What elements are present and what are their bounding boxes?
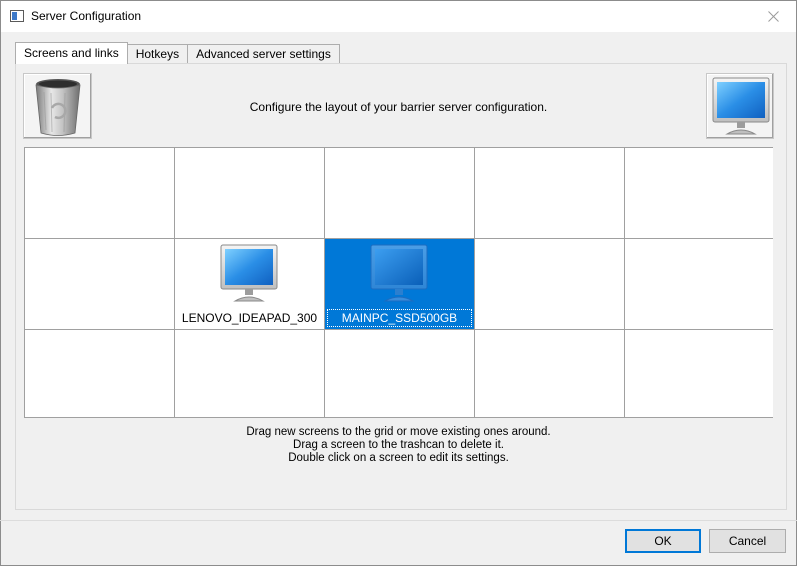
title-bar: Server Configuration xyxy=(1,1,796,32)
screen-name-label: MAINPC_SSD500GB xyxy=(327,309,472,327)
monitor-icon xyxy=(712,77,770,135)
grid-cell[interactable] xyxy=(175,148,325,239)
new-screen-button[interactable] xyxy=(706,73,774,139)
window-title: Server Configuration xyxy=(31,9,142,23)
help-line: Drag new screens to the grid or move exi… xyxy=(246,426,551,438)
grid-cell[interactable] xyxy=(25,148,175,239)
help-line: Double click on a screen to edit its set… xyxy=(288,452,509,464)
cancel-button[interactable]: Cancel xyxy=(709,529,786,553)
help-text: Drag new screens to the grid or move exi… xyxy=(0,426,797,465)
help-line: Drag a screen to the trashcan to delete … xyxy=(293,439,504,451)
grid-cell[interactable] xyxy=(325,330,475,417)
close-icon xyxy=(767,11,779,22)
tab-hotkeys[interactable]: Hotkeys xyxy=(126,44,189,64)
monitor-icon xyxy=(370,244,428,302)
grid-cell[interactable] xyxy=(325,148,475,239)
grid-cell[interactable] xyxy=(175,330,325,417)
grid-cell[interactable] xyxy=(475,330,625,417)
tab-bar: Screens and links Hotkeys Advanced serve… xyxy=(15,42,340,64)
tab-advanced-server-settings[interactable]: Advanced server settings xyxy=(187,44,340,64)
app-icon xyxy=(10,10,24,22)
footer-divider xyxy=(0,520,797,521)
screen-layout-grid[interactable]: LENOVO_IDEAPAD_300 MAINPC_SSD500GB xyxy=(24,147,773,418)
grid-cell[interactable] xyxy=(475,148,625,239)
screen-lenovo-ideapad-300[interactable]: LENOVO_IDEAPAD_300 xyxy=(175,239,325,330)
grid-cell[interactable] xyxy=(625,148,773,239)
layout-instructions: Configure the layout of your barrier ser… xyxy=(249,100,548,114)
screen-mainpc-ssd500gb[interactable]: MAINPC_SSD500GB xyxy=(325,239,475,330)
grid-cell[interactable] xyxy=(625,239,773,330)
grid-cell[interactable] xyxy=(625,330,773,417)
ok-button[interactable]: OK xyxy=(625,529,701,553)
grid-cell[interactable] xyxy=(25,330,175,417)
grid-cell[interactable] xyxy=(25,239,175,330)
monitor-icon xyxy=(220,244,278,302)
screen-name-label: LENOVO_IDEAPAD_300 xyxy=(181,311,318,325)
grid-cell[interactable] xyxy=(475,239,625,330)
tab-screens-and-links[interactable]: Screens and links xyxy=(15,42,128,64)
close-button[interactable] xyxy=(750,1,796,32)
